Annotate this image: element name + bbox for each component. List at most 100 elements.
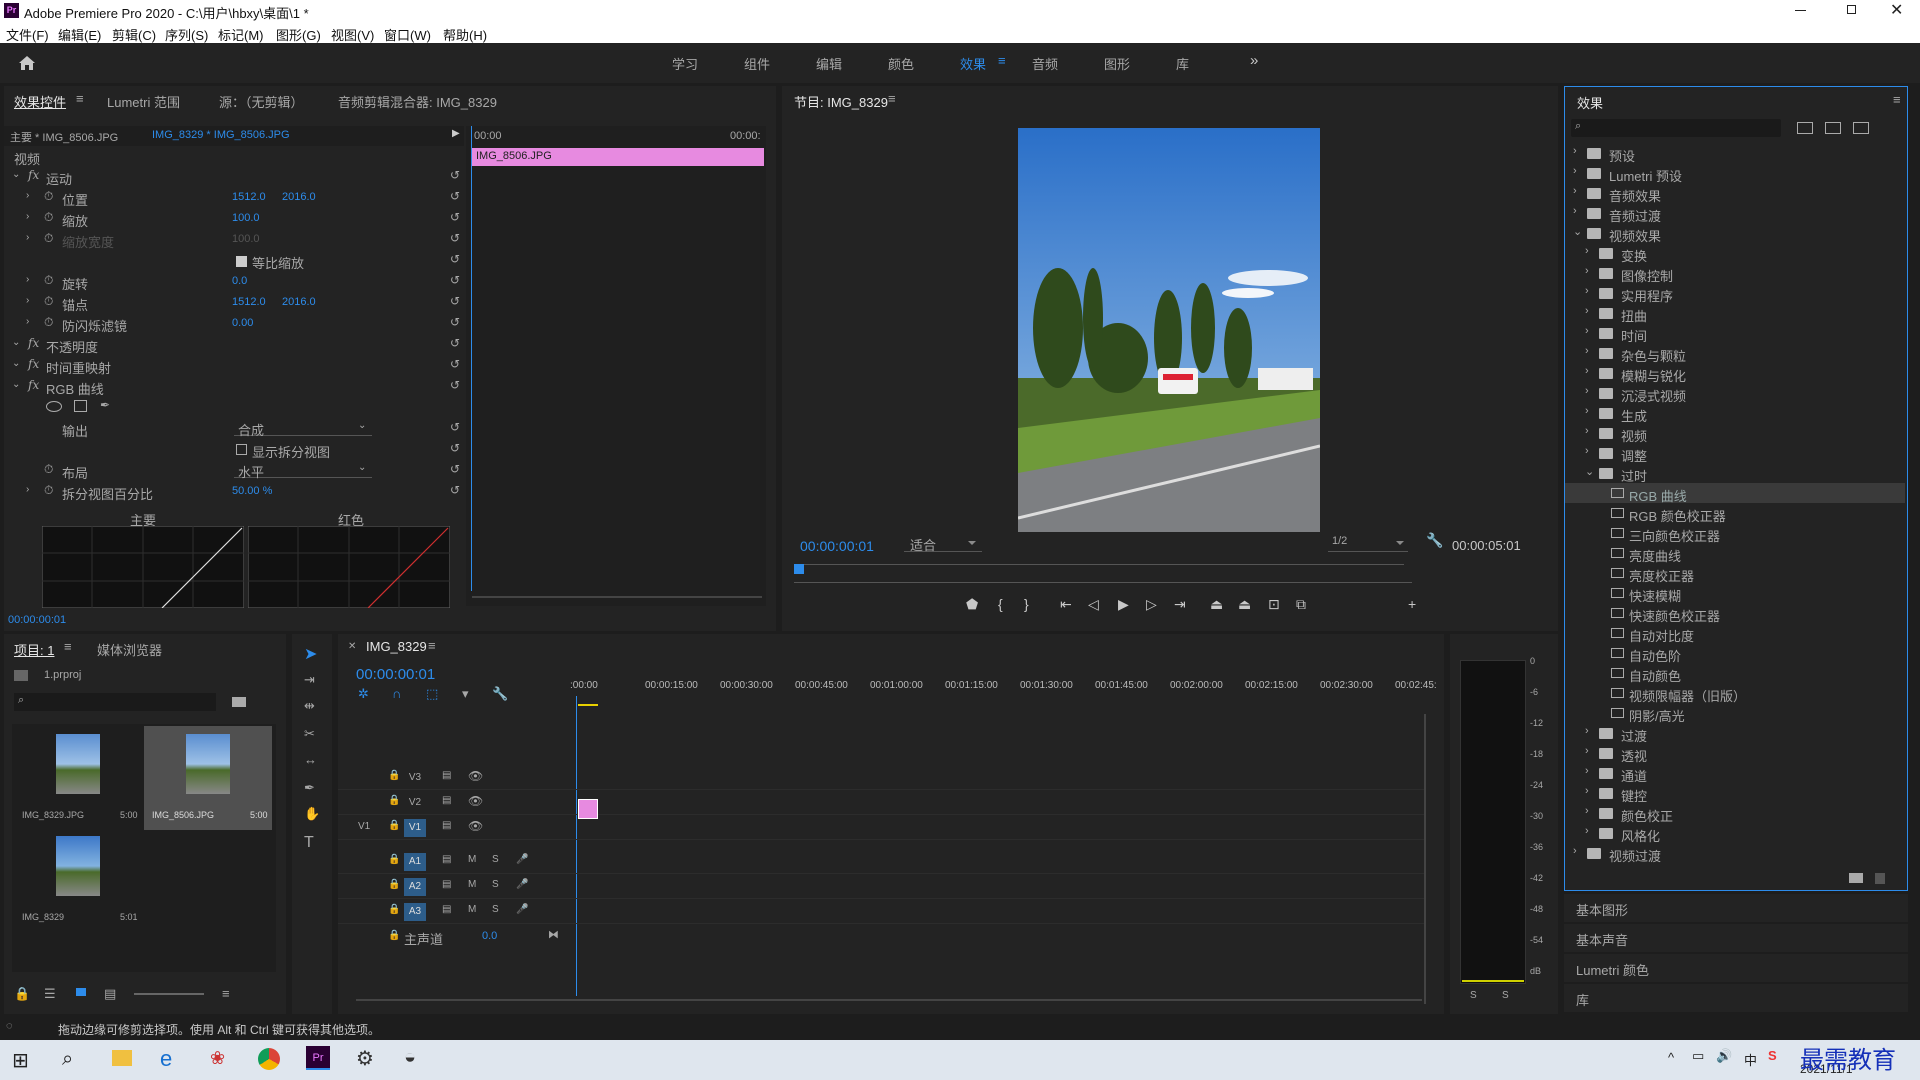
effects-folder[interactable]: › 沉浸式视频 xyxy=(1565,383,1905,404)
track-lock-icon[interactable]: 🔒 xyxy=(388,879,400,890)
pen-mask-icon[interactable]: ✒ xyxy=(100,398,110,412)
effects-folder[interactable]: › 实用程序 xyxy=(1565,283,1905,304)
property-value[interactable]: 1512.0 xyxy=(232,191,266,203)
sync-lock-icon[interactable]: ▤ xyxy=(442,879,451,890)
chevron-down-icon[interactable]: ⌄ xyxy=(1585,465,1594,478)
ec-clip-bar[interactable]: IMG_8506.JPG xyxy=(472,148,764,166)
resolution-dropdown[interactable]: 1/2 xyxy=(1328,534,1408,552)
new-bin-from-search-icon[interactable] xyxy=(232,697,246,707)
sync-lock-icon[interactable]: ▤ xyxy=(442,854,451,865)
effect-row[interactable]: › ⏱ 位置 1512.0 2016.0 ↺ xyxy=(4,187,464,208)
menu-view[interactable]: 视图(V) xyxy=(331,25,374,44)
effects-folder[interactable]: › 生成 xyxy=(1565,403,1905,424)
razor-tool-icon[interactable]: ✂ xyxy=(304,726,315,742)
track-target[interactable]: V2 xyxy=(404,794,426,812)
reset-icon[interactable]: ↺ xyxy=(450,420,460,434)
chevron-right-icon[interactable]: › xyxy=(1585,405,1589,417)
workspace-audio[interactable]: 音频 xyxy=(1032,54,1058,73)
ec-timeline[interactable]: 00:00 00:00: IMG_8506.JPG xyxy=(466,126,766,606)
workspace-learn[interactable]: 学习 xyxy=(672,54,698,73)
stopwatch-icon[interactable]: ⏱ xyxy=(44,273,53,288)
effects-folder[interactable]: › 透视 xyxy=(1565,743,1905,764)
ec-scroll[interactable] xyxy=(472,596,762,598)
delete-icon[interactable] xyxy=(1875,873,1885,884)
track-lock-icon[interactable]: 🔒 xyxy=(388,854,400,865)
expand-chevron-icon[interactable]: ⌄ xyxy=(12,337,20,348)
curve-main-graph[interactable] xyxy=(42,526,244,608)
effect-item[interactable]: 三向颜色校正器 xyxy=(1565,523,1905,544)
voiceover-icon[interactable]: 🎤 xyxy=(516,854,528,865)
effects-folder[interactable]: › 音频效果 xyxy=(1565,183,1905,204)
chevron-right-icon[interactable]: › xyxy=(1573,165,1577,177)
menu-sequence[interactable]: 序列(S) xyxy=(165,25,208,44)
effect-row[interactable]: ⌄ fx 不透明度 ↺ xyxy=(4,334,464,355)
more-workspaces-icon[interactable]: » xyxy=(1250,52,1258,69)
effect-row[interactable]: › ⏱ 旋转 0.0 ↺ xyxy=(4,271,464,292)
effect-item[interactable]: 快速模糊 xyxy=(1565,583,1905,604)
reset-icon[interactable]: ↺ xyxy=(450,357,460,371)
stopwatch-icon[interactable]: ⏱ xyxy=(44,483,53,498)
ec-timecode[interactable]: 00:00:00:01 xyxy=(8,614,66,626)
menu-clip[interactable]: 剪辑(C) xyxy=(112,25,156,44)
effect-item[interactable]: RGB 颜色校正器 xyxy=(1565,503,1905,524)
effects-folder[interactable]: › 通道 xyxy=(1565,763,1905,784)
snap-icon[interactable]: ∩ xyxy=(392,686,401,701)
effects-menu-icon[interactable]: ≡ xyxy=(1893,92,1901,107)
chevron-right-icon[interactable]: › xyxy=(1573,205,1577,217)
reset-icon[interactable]: ↺ xyxy=(450,462,460,476)
eye-icon[interactable]: 👁 xyxy=(468,819,483,833)
hand-tool-icon[interactable]: ✋ xyxy=(304,806,320,822)
lock-icon[interactable]: 🔒 xyxy=(14,986,30,1002)
property-value[interactable]: 100.0 xyxy=(232,233,260,245)
zoom-slider[interactable] xyxy=(134,993,204,995)
wrench-icon[interactable]: 🔧 xyxy=(1426,532,1443,549)
master-value[interactable]: 0.0 xyxy=(482,930,497,942)
chevron-right-icon[interactable]: › xyxy=(1573,845,1577,857)
effects-folder[interactable]: › 时间 xyxy=(1565,323,1905,344)
home-icon[interactable] xyxy=(18,55,36,71)
chevron-right-icon[interactable]: › xyxy=(1585,325,1589,337)
32bit-effects-icon[interactable] xyxy=(1825,122,1841,134)
chevron-right-icon[interactable]: › xyxy=(1585,745,1589,757)
effects-folder[interactable]: ⌄ 过时 xyxy=(1565,463,1905,484)
effect-item[interactable]: RGB 曲线 xyxy=(1565,483,1905,504)
ime-indicator[interactable]: 中 xyxy=(1744,1050,1757,1069)
minimize-icon[interactable] xyxy=(1795,10,1806,11)
solo-right-button[interactable]: S xyxy=(1502,990,1509,1001)
tab-audio-clip-mixer[interactable]: 音频剪辑混合器: IMG_8329 xyxy=(338,92,497,111)
chevron-right-icon[interactable]: › xyxy=(1585,445,1589,457)
effects-folder[interactable]: › 扭曲 xyxy=(1565,303,1905,324)
program-timecode[interactable]: 00:00:00:01 xyxy=(800,538,874,554)
track-lock-icon[interactable]: 🔒 xyxy=(388,795,400,806)
effect-item[interactable]: 自动色阶 xyxy=(1565,643,1905,664)
effect-row[interactable]: › ⏱ 缩放宽度 100.0 ↺ xyxy=(4,229,464,250)
curve-red-graph[interactable] xyxy=(248,526,450,608)
fx-icon[interactable]: fx xyxy=(28,168,39,182)
add-button-icon[interactable]: + xyxy=(1408,596,1416,612)
workspace-assembly[interactable]: 组件 xyxy=(744,54,770,73)
tab-media-browser[interactable]: 媒体浏览器 xyxy=(97,640,162,659)
tab-lumetri-scopes[interactable]: Lumetri 范围 xyxy=(107,92,180,111)
selection-tool-icon[interactable]: ➤ xyxy=(304,644,317,664)
ec-playhead[interactable] xyxy=(471,126,472,591)
property-value[interactable]: 100.0 xyxy=(232,212,260,224)
effect-row[interactable]: › ⏱ 锚点 1512.0 2016.0 ↺ xyxy=(4,292,464,313)
property-value[interactable]: 1512.0 xyxy=(232,296,266,308)
reset-icon[interactable]: ↺ xyxy=(450,210,460,224)
effect-row[interactable]: 等比缩放 ↺ xyxy=(4,250,464,271)
effect-item[interactable]: 亮度校正器 xyxy=(1565,563,1905,584)
chevron-right-icon[interactable]: › xyxy=(1585,285,1589,297)
go-to-point-icon[interactable]: ⧓ xyxy=(548,928,559,941)
project-item[interactable]: IMG_8329.JPG 5:00 xyxy=(14,726,142,830)
workspace-effects[interactable]: 效果 xyxy=(960,54,986,73)
expand-chevron-icon[interactable]: ⌄ xyxy=(12,169,20,180)
linked-selection-icon[interactable]: ⬚ xyxy=(426,686,438,702)
expand-chevron-icon[interactable]: ⌄ xyxy=(12,379,20,390)
taskbar-search-icon[interactable]: ⌕ xyxy=(62,1048,73,1071)
timeline-menu-icon[interactable]: ≡ xyxy=(428,638,436,653)
rectangle-mask-icon[interactable] xyxy=(74,400,87,412)
comparison-view-icon[interactable]: ⧉ xyxy=(1296,596,1306,613)
photos-icon[interactable]: ◒ xyxy=(404,1046,416,1069)
property-value[interactable]: 0.0 xyxy=(232,275,247,287)
menu-file[interactable]: 文件(F) xyxy=(6,25,49,44)
